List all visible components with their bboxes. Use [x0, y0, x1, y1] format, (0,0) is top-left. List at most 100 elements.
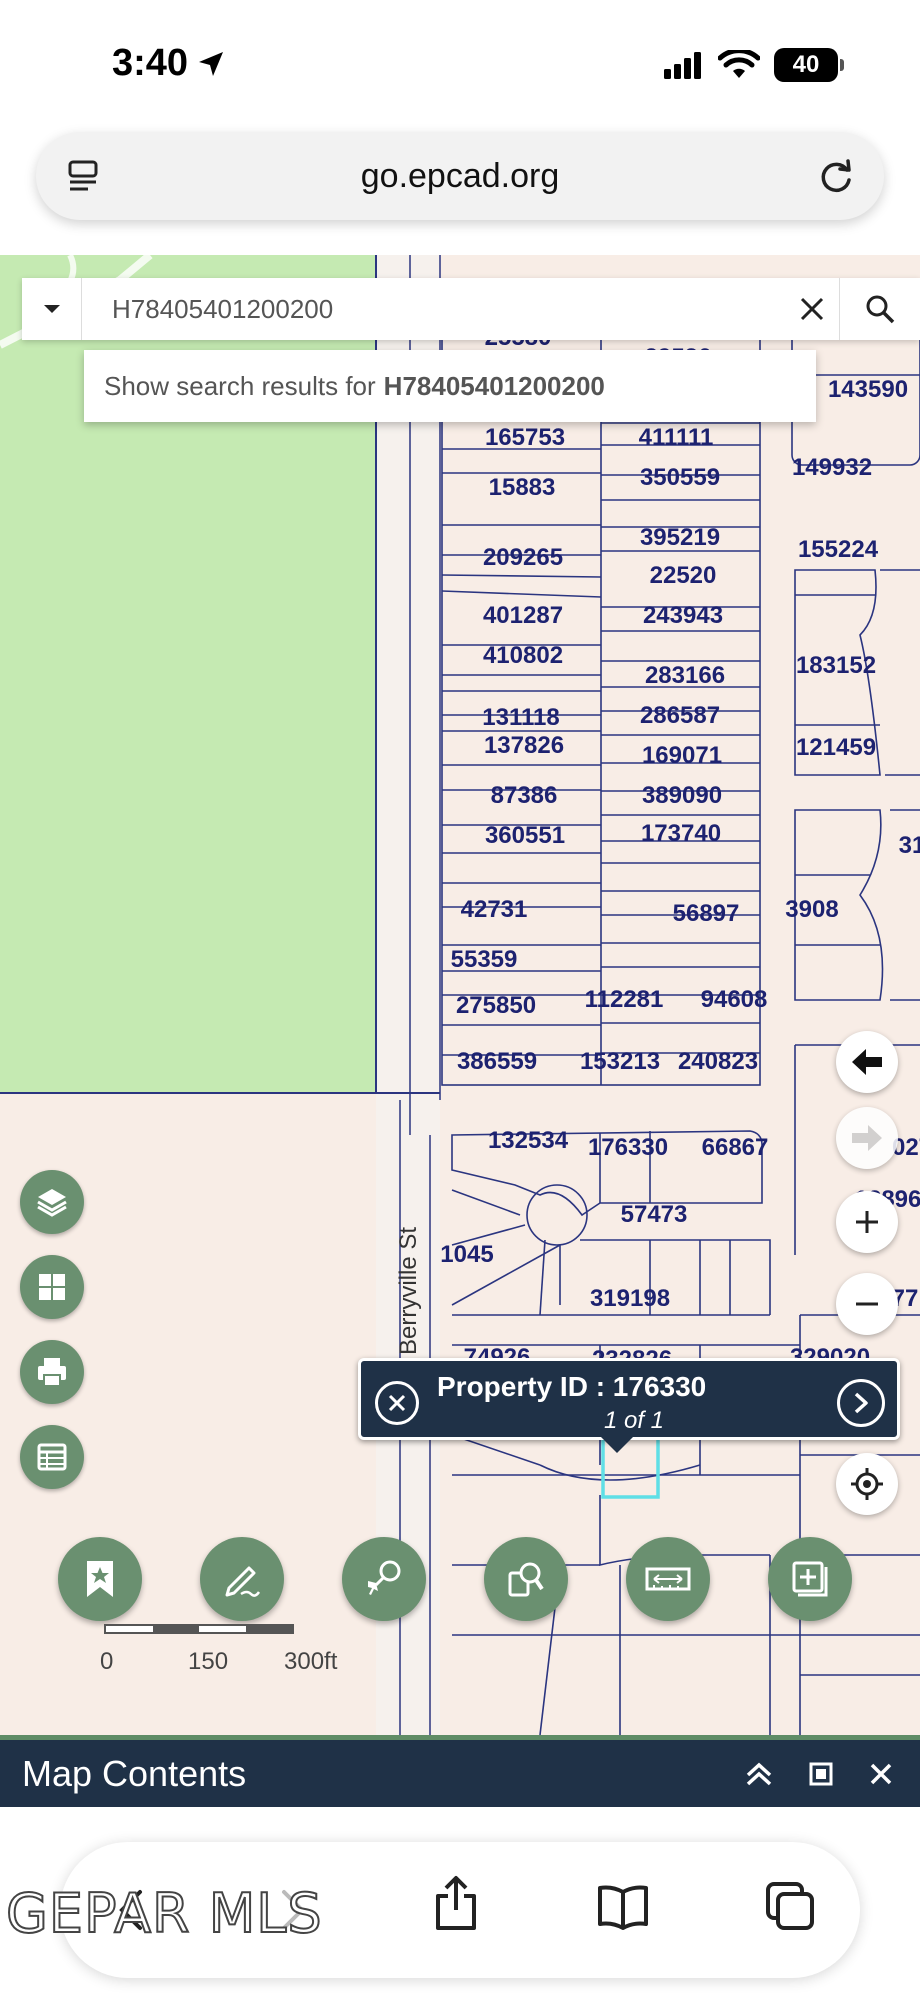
query-button[interactable] [484, 1537, 568, 1621]
parcel-label: 169071 [642, 742, 722, 769]
close-icon [800, 297, 823, 321]
parcel-label: 155224 [798, 536, 879, 563]
parcel-label: 350559 [640, 464, 720, 491]
status-bar-left: 3:40 [112, 42, 226, 85]
screen: 3:40 40 go.epcad.org Berryville St 16575… [0, 0, 920, 2000]
street-label: Berryville St [395, 1227, 422, 1355]
print-button[interactable] [20, 1340, 84, 1404]
chevron-right-icon [854, 1392, 868, 1414]
popup-next-button[interactable] [837, 1379, 885, 1427]
parcel-label: 389090 [642, 782, 722, 809]
parcel-label: 410802 [483, 642, 563, 669]
bookmarks-book-icon[interactable] [596, 1884, 650, 1930]
map-contents-panel-header[interactable]: Map Contents [0, 1735, 920, 1807]
search-input[interactable] [82, 278, 784, 340]
watermark: GEPAR MLS [5, 1881, 323, 1946]
table-icon [37, 1443, 67, 1471]
map-view[interactable]: Berryville St 71139525580295362357321428… [0, 255, 920, 1735]
add-layer-icon [792, 1561, 828, 1597]
arrow-right-icon [852, 1125, 882, 1151]
parcel-label: 66867 [702, 1134, 769, 1161]
reload-icon[interactable] [816, 156, 856, 201]
search-clear-button[interactable] [784, 278, 840, 340]
share-icon[interactable] [432, 1874, 480, 1932]
close-icon[interactable] [868, 1761, 894, 1787]
search-source-dropdown[interactable] [22, 278, 82, 340]
page-menu-icon[interactable] [66, 158, 102, 199]
popup-feature-count: 1 of 1 [603, 1407, 665, 1434]
status-time: 3:40 [112, 42, 189, 84]
identify-button[interactable] [342, 1537, 426, 1621]
measure-button[interactable] [626, 1537, 710, 1621]
parcel-label: 94608 [701, 986, 768, 1013]
zoom-in-button[interactable] [836, 1191, 898, 1253]
parcel-label: 121459 [796, 734, 876, 761]
crosshair-icon [851, 1468, 883, 1500]
search-widget [22, 278, 920, 340]
cellular-signal-icon [664, 52, 701, 79]
parcel-label: 183152 [796, 652, 876, 679]
basemap-gallery-button[interactable] [20, 1255, 84, 1319]
ruler-icon [645, 1567, 691, 1591]
layers-button[interactable] [20, 1170, 84, 1234]
plus-icon [856, 1211, 878, 1233]
parcel-label: 386559 [457, 1048, 537, 1075]
parcel-label: 112281 [585, 986, 664, 1013]
parcel-label: 1045 [440, 1241, 493, 1268]
pencil-icon [225, 1566, 261, 1597]
parcel-label: 319198 [590, 1285, 670, 1312]
parcel-label: 283166 [645, 662, 725, 689]
popup-pointer [601, 1437, 633, 1453]
parcel-label: 243943 [643, 602, 723, 629]
attribute-table-button[interactable] [20, 1425, 84, 1489]
double-chevron-up-icon[interactable] [744, 1759, 774, 1789]
battery-level: 40 [792, 51, 820, 78]
parcel-label: 149932 [792, 454, 872, 481]
identify-icon [368, 1560, 401, 1595]
url-text: go.epcad.org [360, 156, 560, 195]
parcel-label: 15883 [489, 474, 556, 501]
browser-address-bar[interactable]: go.epcad.org [36, 132, 884, 220]
zoom-out-button[interactable] [836, 1273, 898, 1335]
parcel-label: 55359 [451, 946, 518, 973]
location-arrow-icon [199, 51, 224, 76]
search-suggestion[interactable]: Show search results for H78405401200200 [84, 350, 816, 422]
arrow-left-icon [852, 1049, 882, 1075]
parcel-label: 395219 [640, 524, 720, 551]
tabs-icon[interactable] [764, 1880, 816, 1932]
parcel-label: 137826 [484, 732, 564, 759]
parcel-label: 87386 [491, 782, 558, 809]
parcel-label: 209265 [483, 544, 563, 571]
scale-label-0: 0 [100, 1648, 114, 1675]
parcel-label: 31 [899, 832, 920, 859]
caret-down-icon [43, 305, 60, 313]
parcel-label: 42731 [461, 896, 528, 923]
previous-extent-button[interactable] [836, 1031, 898, 1093]
printer-icon [38, 1358, 66, 1387]
status-bar-right: 40 [664, 48, 844, 82]
parcel-label: 176330 [588, 1134, 668, 1161]
layers-icon [37, 1189, 67, 1217]
bookmarks-button[interactable] [58, 1537, 142, 1621]
locate-button[interactable] [836, 1453, 898, 1515]
parcel-label: 132534 [488, 1127, 569, 1154]
maximize-icon[interactable] [808, 1761, 834, 1787]
parcel-map[interactable]: Berryville St 71139525580295362357321428… [0, 255, 920, 1735]
search-button[interactable] [840, 278, 920, 340]
popup-title: Property ID : 176330 [437, 1371, 707, 1402]
parcel-label: 360551 [485, 822, 565, 849]
add-data-button[interactable] [768, 1537, 852, 1621]
minus-icon [856, 1302, 878, 1306]
parcel-label: 143590 [828, 376, 908, 403]
parcel-label: 56897 [673, 900, 740, 927]
next-extent-button[interactable] [836, 1107, 898, 1169]
property-popup[interactable]: Property ID : 176330 1 of 1 [358, 1358, 900, 1453]
scale-label-300: 300ft [284, 1648, 338, 1675]
search-icon [866, 295, 895, 324]
bookmark-icon [87, 1561, 113, 1597]
parcel-label: ex [0, 255, 19, 258]
parcel-label: 57473 [621, 1201, 688, 1228]
wifi-icon [718, 50, 760, 78]
draw-button[interactable] [200, 1537, 284, 1621]
search-document-icon [508, 1562, 544, 1597]
